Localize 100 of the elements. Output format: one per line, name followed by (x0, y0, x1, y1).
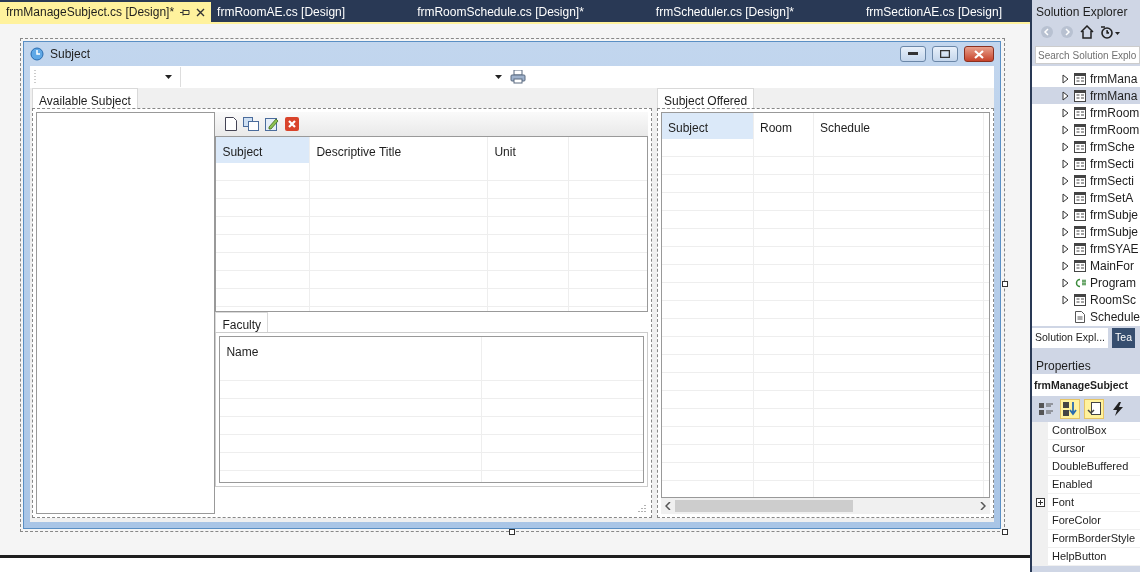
expand-arrow-icon[interactable] (1062, 209, 1070, 220)
property-row[interactable]: FormBorderStyle (1032, 530, 1140, 548)
minimize-button[interactable] (900, 46, 926, 62)
window-title: Subject (50, 46, 91, 63)
tree-item[interactable]: frmRoom (1032, 104, 1140, 121)
property-row[interactable]: DoubleBuffered (1032, 458, 1140, 476)
expand-arrow-icon[interactable] (1062, 277, 1070, 288)
form-icon (1074, 293, 1086, 306)
expand-arrow-icon[interactable] (1062, 175, 1070, 186)
printer-icon[interactable] (510, 70, 526, 84)
scroll-right-icon[interactable] (980, 502, 986, 510)
clock-icon[interactable] (1100, 25, 1120, 39)
document-tab[interactable]: frmRoomSchedule.cs [Design]* (411, 2, 590, 22)
property-row[interactable]: ForeColor (1032, 512, 1140, 530)
expand-arrow-icon[interactable] (1062, 192, 1070, 203)
new-document-icon[interactable] (225, 117, 238, 131)
property-row[interactable]: Cursor (1032, 440, 1140, 458)
form-icon (1074, 89, 1086, 102)
close-icon[interactable] (196, 7, 206, 17)
scroll-thumb[interactable] (675, 500, 853, 512)
scroll-left-icon[interactable] (665, 502, 671, 510)
tree-item[interactable]: frmMana (1032, 70, 1140, 87)
home-icon[interactable] (1080, 25, 1094, 39)
minimize-icon (908, 52, 918, 56)
column-header[interactable]: Subject (216, 137, 311, 163)
copy-icon[interactable] (243, 117, 260, 131)
column-header[interactable]: Schedule (814, 113, 984, 139)
tree-item[interactable]: Schedule (1032, 308, 1140, 325)
expand-arrow-icon[interactable] (1062, 243, 1070, 254)
properties-icon[interactable] (1084, 399, 1104, 419)
tree-item[interactable]: frmSecti (1032, 155, 1140, 172)
pin-icon[interactable] (180, 7, 191, 17)
expand-arrow-icon[interactable] (1062, 260, 1070, 271)
panel-tab[interactable]: Solution Expl... (1032, 328, 1109, 348)
tab[interactable]: Subject Offered (657, 88, 755, 108)
file-icon (1074, 310, 1086, 323)
tab[interactable]: Faculty (215, 312, 269, 332)
tree-item[interactable]: RoomSc (1032, 291, 1140, 308)
expand-arrow-icon[interactable] (1062, 294, 1070, 305)
expand-arrow-icon[interactable] (1062, 73, 1070, 84)
column-header[interactable]: Subject (662, 113, 754, 139)
tree-item[interactable]: MainFor (1032, 257, 1140, 274)
document-tab[interactable]: frmSectionAE.cs [Design] (859, 2, 1008, 22)
property-name: FormBorderStyle (1051, 531, 1136, 547)
app-icon (30, 47, 44, 61)
form-icon (1074, 140, 1086, 153)
tree-item[interactable]: frmSetA (1032, 189, 1140, 206)
column-header[interactable]: Unit (488, 137, 570, 163)
maximize-button[interactable] (932, 46, 958, 62)
tree-item[interactable]: frmSche (1032, 138, 1140, 155)
expand-arrow-icon[interactable] (1062, 141, 1070, 152)
property-name: HelpButton (1051, 549, 1107, 565)
document-tab[interactable]: frmRoomAE.cs [Design] (211, 2, 352, 22)
expand-arrow-icon[interactable] (1062, 158, 1070, 169)
tree-item[interactable]: frmSubje (1032, 223, 1140, 240)
property-row[interactable]: Font (1032, 494, 1140, 512)
horizontal-scrollbar[interactable] (661, 498, 990, 514)
property-name: Font (1051, 495, 1074, 511)
tree-item[interactable]: frmRoom (1032, 121, 1140, 138)
column-header[interactable]: Room (754, 113, 814, 139)
tree-item[interactable]: Program (1032, 274, 1140, 291)
maximize-icon (940, 50, 950, 58)
caret-icon (495, 75, 502, 79)
close-button[interactable] (964, 46, 994, 62)
form-icon (1074, 72, 1086, 85)
form-icon (1074, 123, 1086, 136)
alphabetical-icon[interactable] (1060, 399, 1080, 419)
expand-icon[interactable] (1035, 498, 1045, 507)
column-header[interactable]: Descriptive Title (310, 137, 489, 163)
expand-arrow-icon[interactable] (1062, 124, 1070, 135)
tree-item[interactable]: frmSecti (1032, 172, 1140, 189)
document-tab[interactable]: frmManageSubject.cs [Design]* (0, 2, 212, 22)
property-row[interactable]: ControlBox (1032, 422, 1140, 440)
edit-icon[interactable] (265, 117, 280, 131)
form-icon (1074, 106, 1086, 119)
tree-item[interactable]: frmSYAE (1032, 240, 1140, 257)
tree-item[interactable]: frmSubje (1032, 206, 1140, 223)
column-header[interactable]: Name (220, 337, 483, 363)
property-name: Enabled (1051, 477, 1093, 493)
form-icon (1074, 208, 1086, 221)
expand-arrow-icon[interactable] (1062, 107, 1070, 118)
form-icon (1074, 225, 1086, 238)
tree-item[interactable]: frmMana (1032, 87, 1140, 104)
search-field[interactable]: Search Solution Explo (1035, 46, 1140, 64)
property-row[interactable]: HelpButton (1032, 548, 1140, 566)
resize-grip-icon (638, 504, 646, 512)
resize-handle[interactable] (1002, 529, 1008, 535)
property-name: ForeColor (1051, 513, 1101, 529)
expand-arrow-icon[interactable] (1062, 226, 1070, 237)
tab[interactable]: Available Subject (32, 88, 138, 108)
expand-arrow-icon[interactable] (1062, 90, 1070, 101)
panel-tab[interactable]: Tea (1112, 328, 1135, 348)
code-file-icon (1074, 276, 1086, 289)
property-row[interactable]: Enabled (1032, 476, 1140, 494)
resize-handle[interactable] (1002, 281, 1008, 287)
property-name: Cursor (1051, 441, 1085, 457)
resize-handle[interactable] (509, 529, 515, 535)
delete-icon[interactable] (285, 117, 300, 131)
form-icon (1074, 157, 1086, 170)
document-tab[interactable]: frmScheduler.cs [Design]* (649, 2, 800, 22)
